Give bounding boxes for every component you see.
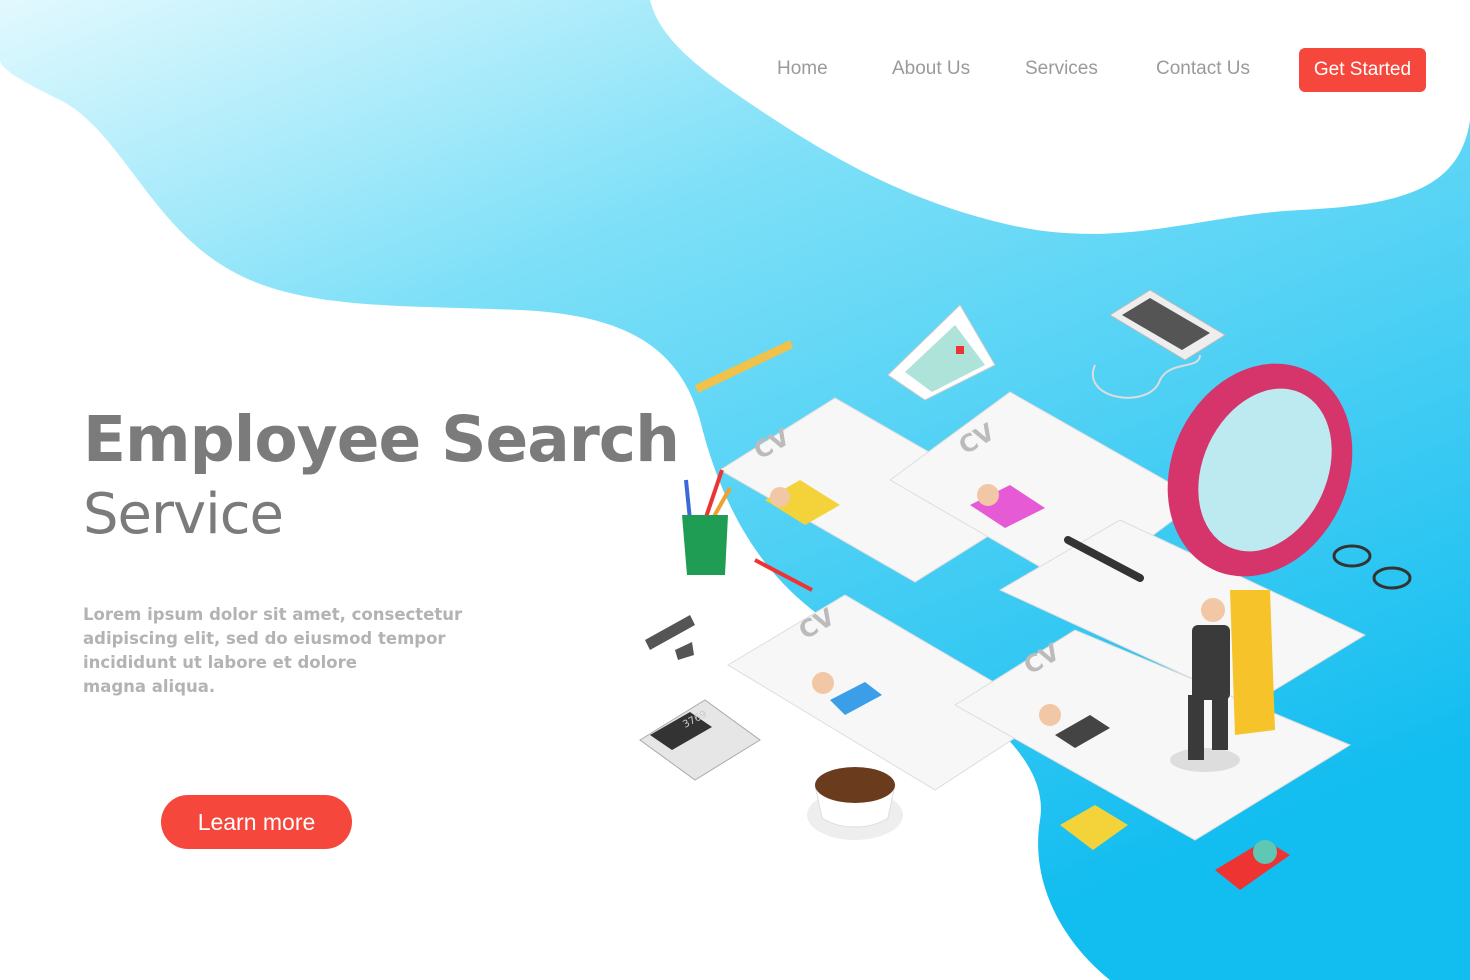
- marker-icon: [645, 615, 695, 660]
- calculator-icon: 3769: [639, 699, 761, 781]
- illustration: CV CV CV CV 3769: [639, 289, 1412, 890]
- page-title: Employee Search: [83, 403, 680, 476]
- pencil-cup-icon: [682, 469, 732, 575]
- description-line: adipiscing elit, sed do eiusmod tempor: [83, 629, 446, 648]
- smartphone-icon: [1109, 289, 1226, 361]
- nav-home[interactable]: Home: [777, 58, 828, 80]
- nav-contact-us[interactable]: Contact Us: [1156, 58, 1250, 80]
- earphones-icon: [1091, 354, 1201, 399]
- page-subtitle: Service: [83, 482, 284, 547]
- hero-description: Lorem ipsum dolor sit amet, consectetur …: [83, 603, 463, 699]
- calendar-icon: [887, 304, 996, 401]
- top-nav: Home About Us Services Contact Us Get St…: [0, 48, 1470, 92]
- nav-services[interactable]: Services: [1025, 58, 1098, 80]
- coffee-cup-icon: [807, 767, 903, 840]
- pencil-icon: [754, 558, 813, 592]
- sticky-notes-icon: [1060, 805, 1128, 850]
- nav-about-us[interactable]: About Us: [892, 58, 970, 80]
- glasses-icon: [1332, 544, 1412, 590]
- description-line: magna aliqua.: [83, 677, 216, 696]
- learn-more-button[interactable]: Learn more: [161, 795, 352, 849]
- description-line: Lorem ipsum dolor sit amet, consectetur: [83, 605, 463, 624]
- tape-dispenser-icon: [1215, 840, 1290, 890]
- get-started-button[interactable]: Get Started: [1299, 48, 1426, 92]
- ruler-icon: [695, 340, 793, 393]
- description-line: incididunt ut labore et dolore: [83, 653, 357, 672]
